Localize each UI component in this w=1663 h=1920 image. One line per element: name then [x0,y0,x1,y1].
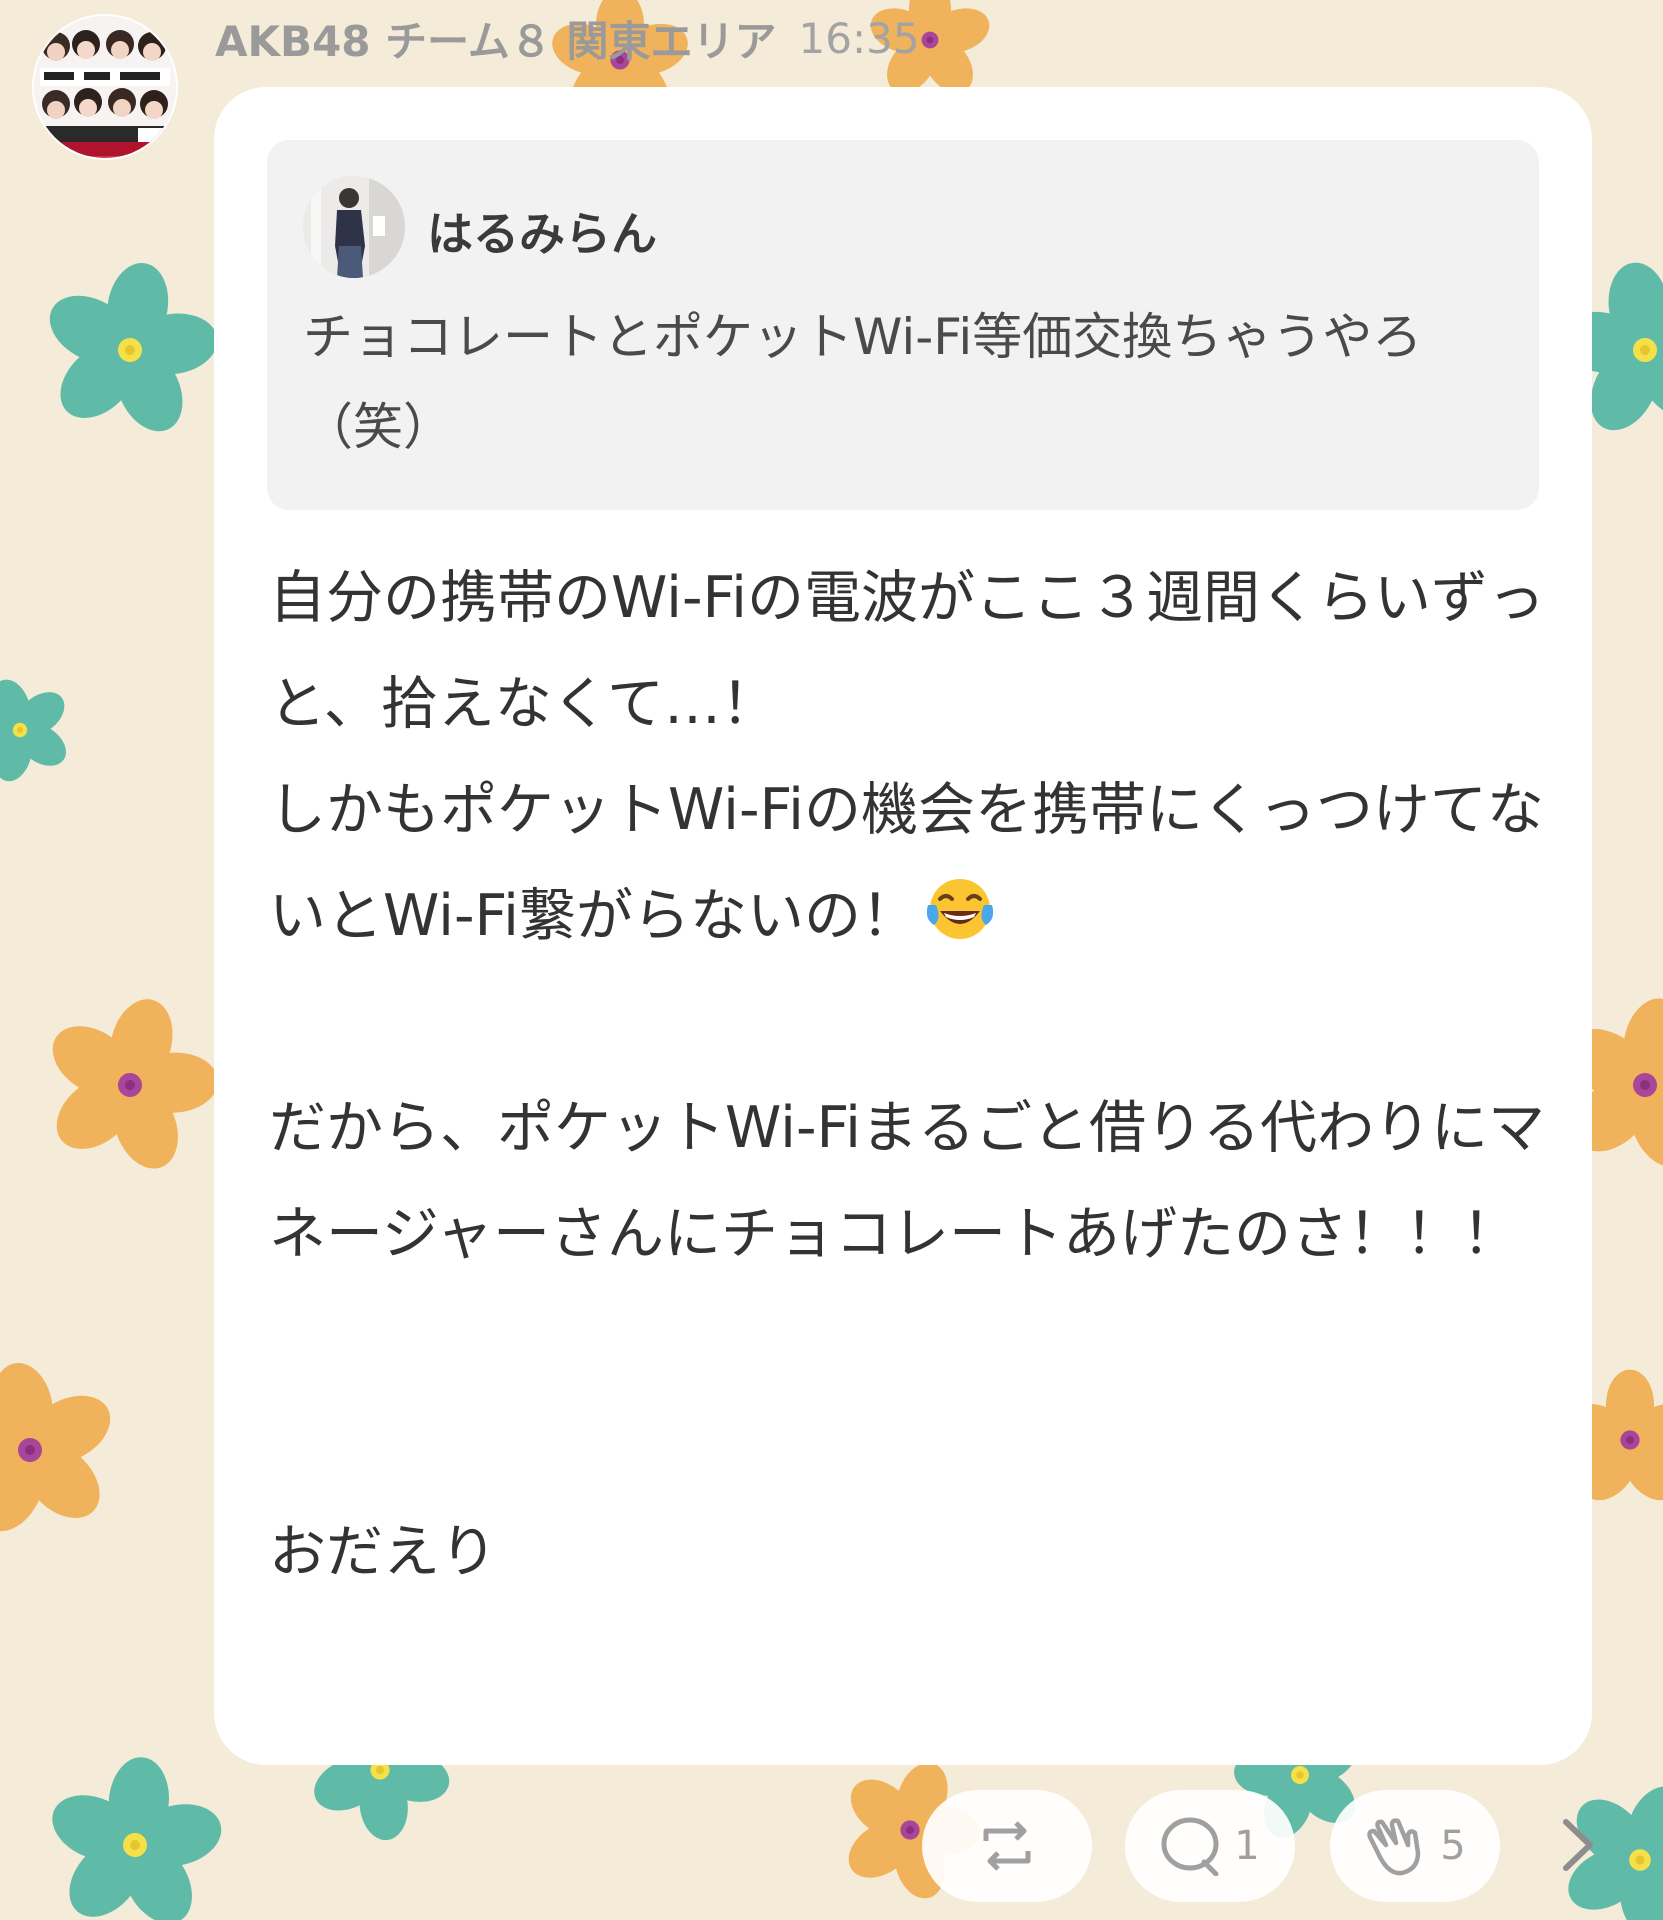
repost-button[interactable] [922,1790,1092,1902]
quote-text: チョコレートとポケットWi-Fi等価交換ちゃうやろ（笑） [303,308,1423,456]
post-header: AKB48 チーム８ 関東エリア 16:35 [215,12,920,66]
post-card: はるみらん チョコレートとポケットWi-Fi等価交換ちゃうやろ（笑） 自分の携帯… [214,87,1592,1765]
body-signature: おだえり [269,1519,497,1585]
group-avatar[interactable] [34,16,176,158]
face-with-tears-of-joy-icon [926,879,994,939]
repost-icon [983,1821,1031,1871]
quote-author-avatar [303,176,405,278]
comment-count: 1 [1234,1823,1260,1869]
body-paragraph-3: だから、ポケットWi-Fiまるごと借りる代わりにマネージャーさんにチョコレートあ… [269,1095,1545,1267]
body-paragraph-2-text: しかもポケットWi-Fiの機会を携帯にくっつけてないとWi-Fi繋がらないの！ [269,777,1544,949]
group-name[interactable]: AKB48 チーム８ 関東エリア [215,8,777,69]
comment-button[interactable]: 1 [1125,1790,1295,1902]
post-actions: 1 5 [0,1790,1663,1910]
comment-icon [1161,1817,1219,1876]
body-paragraph-2: しかもポケットWi-Fiの機会を携帯にくっつけてないとWi-Fi繋がらないの！ [269,757,1559,969]
quoted-message[interactable]: はるみらん チョコレートとポケットWi-Fi等価交換ちゃうやろ（笑） [267,140,1539,510]
body-paragraph-1: 自分の携帯のWi-Fiの電波がここ３週間くらいずっと、拾えなくて…！ [269,565,1545,737]
clap-button[interactable]: 5 [1330,1790,1500,1902]
post-body: 自分の携帯のWi-Fiの電波がここ３週間くらいずっと、拾えなくて…！ しかもポケ… [269,545,1559,1605]
clap-icon [1367,1818,1421,1876]
post-time: 16:35 [798,13,920,63]
clap-count: 5 [1440,1823,1466,1869]
chevron-right-icon[interactable] [1548,1810,1608,1880]
quote-author-name: はるみらん [427,207,657,261]
